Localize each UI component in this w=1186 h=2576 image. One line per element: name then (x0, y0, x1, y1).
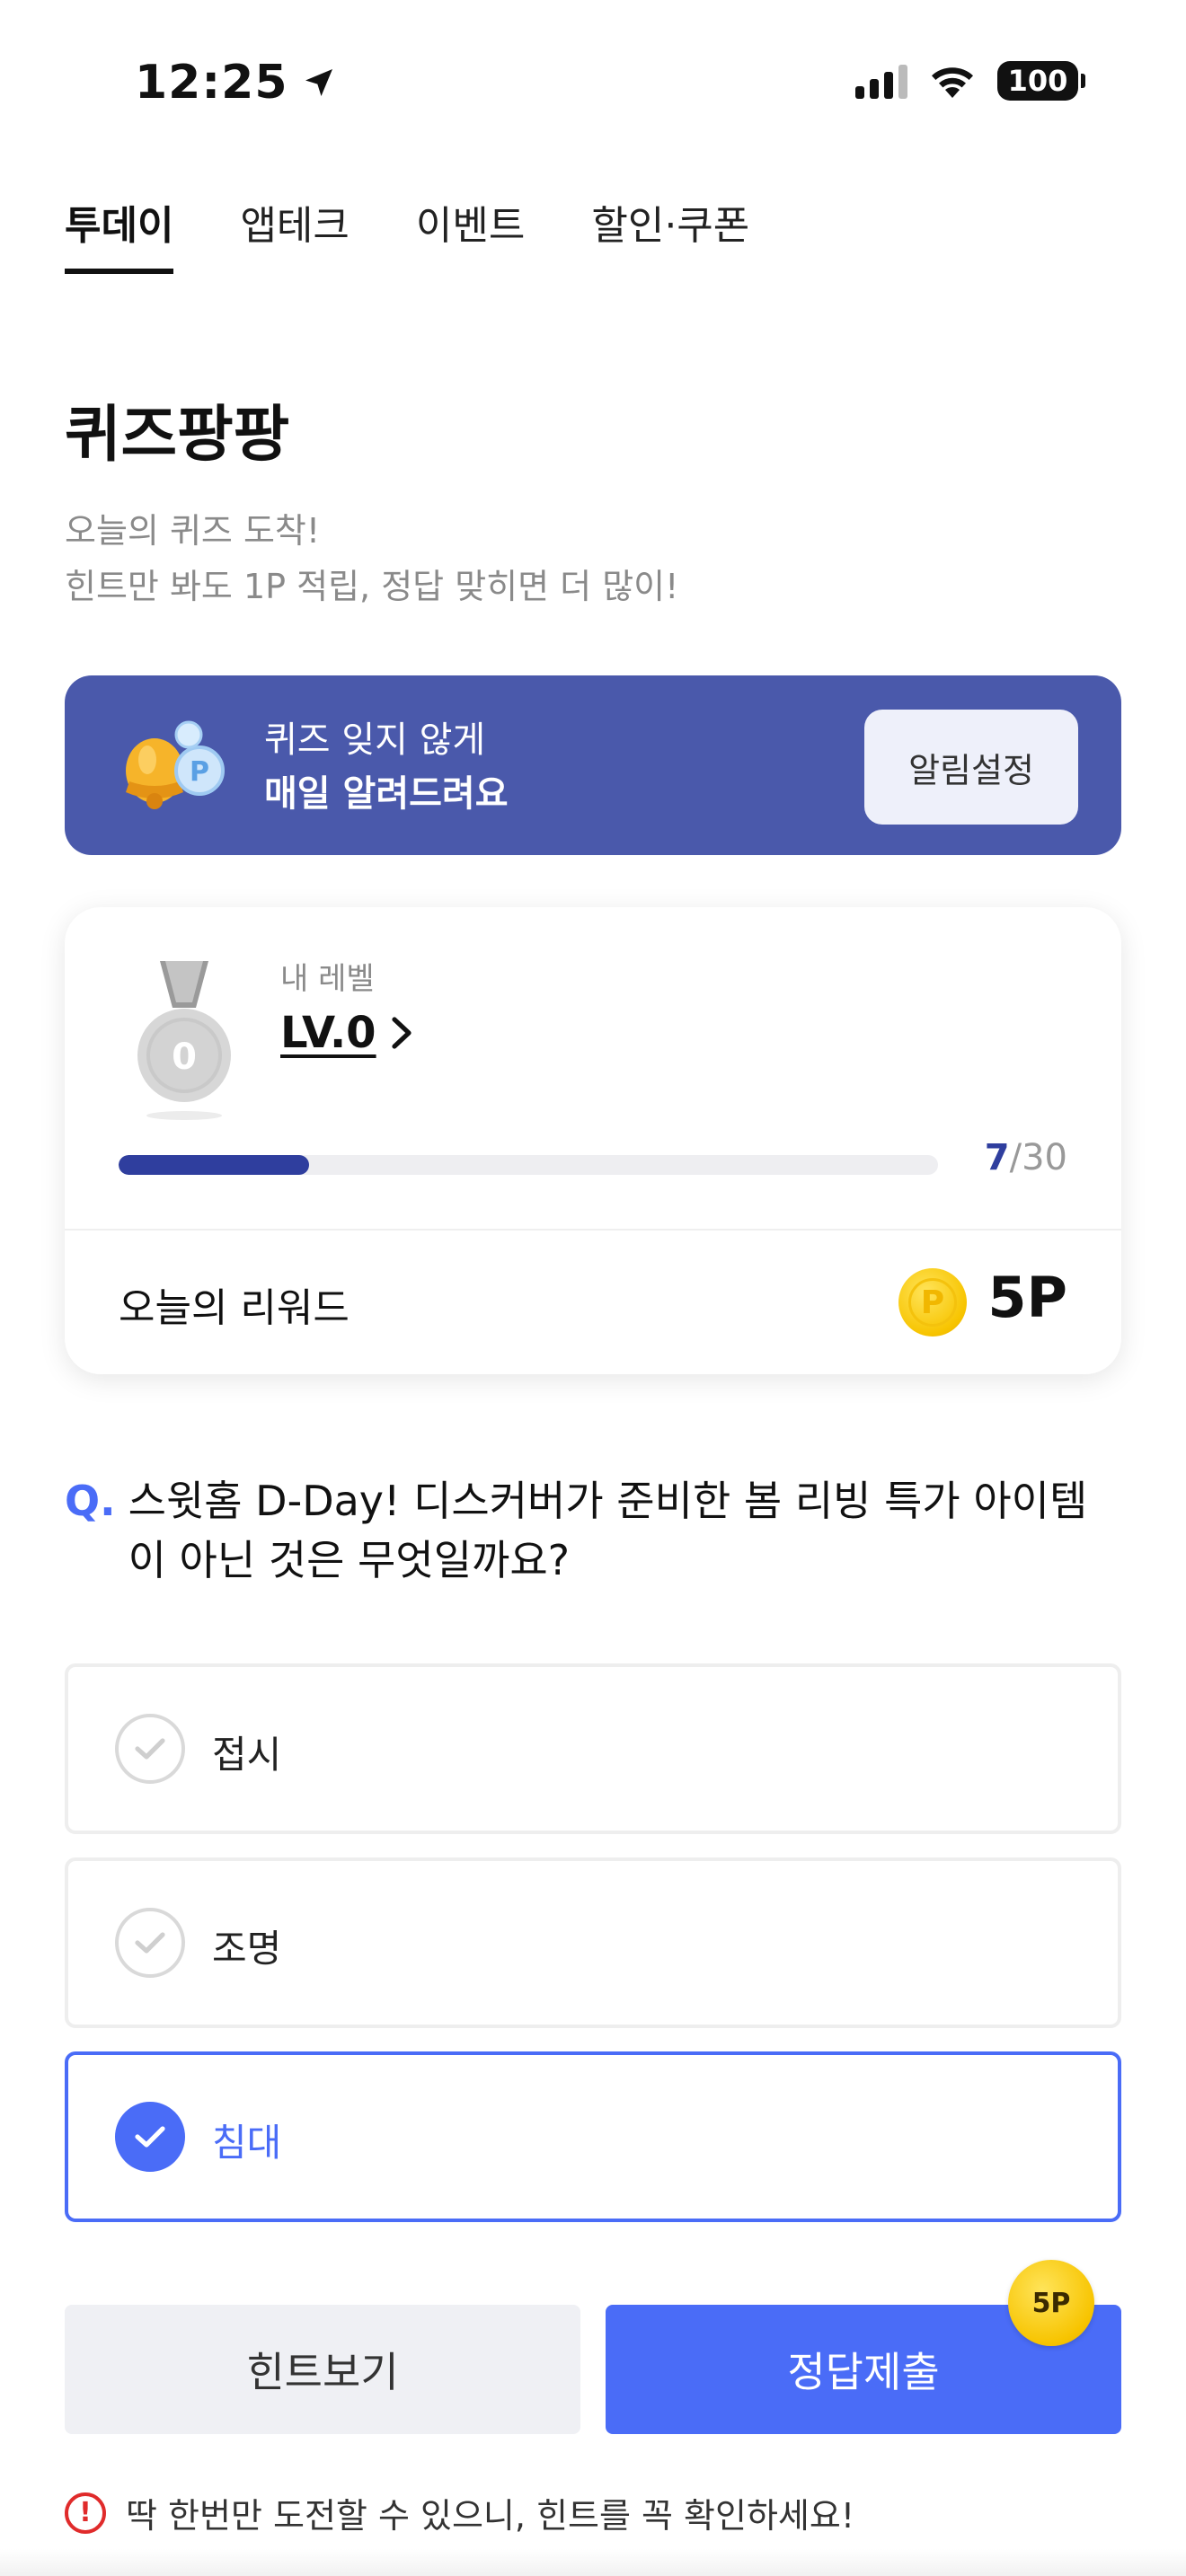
level-card: 0 내 레벨 LV.0 7/30 오늘의 리워드 P 5P (65, 907, 1121, 1374)
chevron-right-icon (391, 1017, 412, 1049)
top-tabs: 투데이 앱테크 이벤트 할인·쿠폰 (65, 193, 749, 274)
progress-separator: / (1009, 1137, 1022, 1178)
bell-coin-icon: P (126, 720, 225, 809)
level-value: LV.0 (280, 1008, 376, 1058)
answer-option-1[interactable]: 접시 (65, 1663, 1121, 1834)
notice-text: 딱 한번만 도전할 수 있으니, 힌트를 꼭 확인하세요! (126, 2496, 855, 2536)
quiz-question: Q. 스윗홈 D-Day! 디스커버가 준비한 봄 리빙 특가 아이템이 아닌 … (65, 1471, 1121, 1590)
coin-letter: P (908, 1278, 957, 1327)
reward-value: 5P (987, 1265, 1067, 1330)
battery-icon: 100 (997, 61, 1085, 101)
question-text: 스윗홈 D-Day! 디스커버가 준비한 봄 리빙 특가 아이템이 아닌 것은 … (128, 1477, 1088, 1584)
page-subtitle: 오늘의 퀴즈 도착! 힌트만 봐도 1P 적립, 정답 맞히면 더 많이! (65, 503, 678, 614)
card-divider (65, 1229, 1121, 1231)
page-title: 퀴즈팡팡 (65, 400, 290, 471)
medal-icon: 0 (137, 961, 231, 1120)
level-progress-bar (119, 1155, 938, 1175)
option-check-icon (115, 2102, 185, 2172)
tab-event[interactable]: 이벤트 (416, 193, 525, 274)
notification-banner: P 퀴즈 잊지 않게 매일 알려드려요 알림설정 (65, 675, 1121, 855)
banner-line-1: 퀴즈 잊지 않게 (264, 719, 486, 761)
tab-today[interactable]: 투데이 (65, 193, 174, 274)
battery-level: 100 (1007, 64, 1068, 98)
subtitle-line-1: 오늘의 퀴즈 도착! (65, 511, 321, 551)
level-link[interactable]: LV.0 (280, 1008, 416, 1058)
option-label: 침대 (212, 2121, 282, 2165)
progress-current: 7 (984, 1137, 1010, 1178)
tab-apptech[interactable]: 앱테크 (240, 193, 349, 274)
reward-label: 오늘의 리워드 (119, 1285, 350, 1331)
bottom-fade (0, 2549, 1186, 2576)
level-label: 내 레벨 (280, 961, 375, 997)
subtitle-line-2: 힌트만 봐도 1P 적립, 정답 맞히면 더 많이! (65, 567, 679, 606)
status-time-text: 12:25 (135, 56, 288, 110)
status-time: 12:25 (135, 56, 337, 110)
answer-option-3[interactable]: 침대 (65, 2051, 1121, 2222)
option-label: 접시 (212, 1733, 282, 1777)
question-prefix: Q. (65, 1477, 116, 1525)
answer-option-2[interactable]: 조명 (65, 1857, 1121, 2028)
option-check-icon (115, 1908, 185, 1978)
banner-line-2: 매일 알려드려요 (264, 773, 509, 815)
svg-text:P: P (190, 756, 209, 788)
tab-discount-coupon[interactable]: 할인·쿠폰 (591, 193, 749, 274)
status-bar: 12:25 100 (0, 0, 1186, 171)
hint-button[interactable]: 힌트보기 (65, 2305, 580, 2434)
option-check-icon (115, 1714, 185, 1784)
status-icons: 100 (855, 61, 1085, 101)
progress-total: 30 (1022, 1137, 1067, 1178)
point-coin-icon: P (898, 1268, 967, 1337)
reward-badge: 5P (1008, 2260, 1094, 2346)
location-arrow-icon (305, 69, 332, 96)
notice: ! 딱 한번만 도전할 수 있으니, 힌트를 꼭 확인하세요! (65, 2488, 854, 2537)
alarm-settings-button[interactable]: 알림설정 (864, 710, 1078, 825)
wifi-icon (932, 67, 973, 98)
medal-number: 0 (172, 1037, 197, 1078)
cellular-signal-icon (855, 63, 907, 99)
level-progress-count: 7/30 (985, 1137, 1067, 1178)
warning-icon: ! (65, 2492, 106, 2534)
option-label: 조명 (212, 1927, 282, 1971)
banner-text: 퀴즈 잊지 않게 매일 알려드려요 (264, 713, 509, 821)
level-progress-fill (119, 1155, 310, 1175)
